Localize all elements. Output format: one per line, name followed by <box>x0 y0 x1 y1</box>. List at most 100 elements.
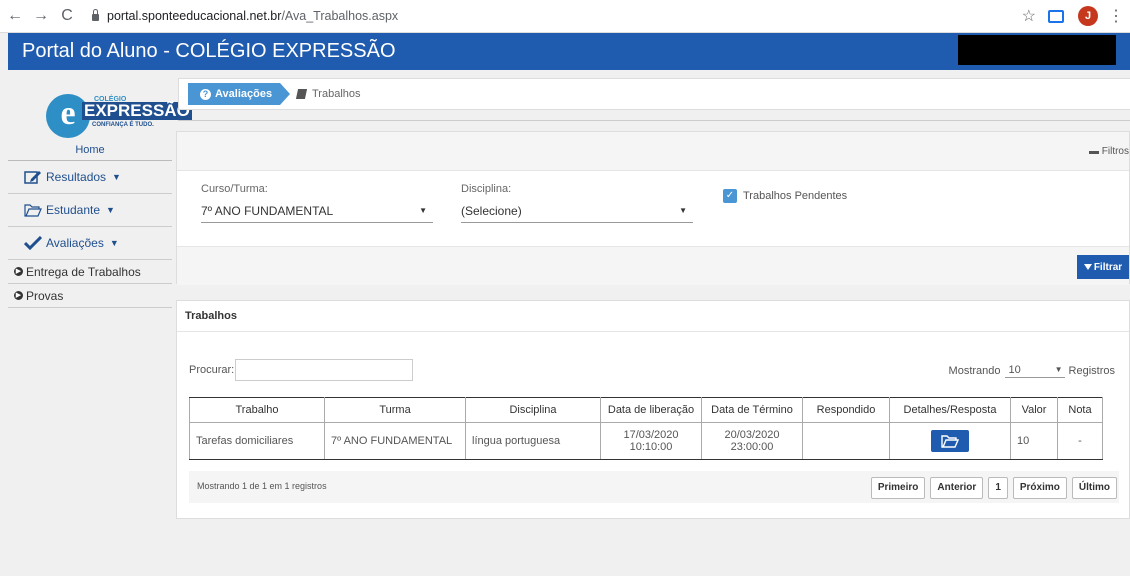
sidebar-subitem-label: Entrega de Trabalhos <box>26 264 141 279</box>
sidebar-subitem-entrega-trabalhos[interactable]: ▶ Entrega de Trabalhos <box>8 260 172 284</box>
liberacao-date: 17/03/2020 <box>623 429 679 441</box>
caret-down-icon: ▼ <box>679 206 687 215</box>
breadcrumb-label: Trabalhos <box>312 88 361 100</box>
cell-detalhes <box>889 422 1011 460</box>
termino-time: 23:00:00 <box>730 441 774 453</box>
sidebar-item-estudante[interactable]: Estudante ▼ <box>8 194 172 227</box>
sidebar-item-label: Avaliações <box>46 236 104 250</box>
column-header[interactable]: Nota <box>1057 397 1103 423</box>
table-header-row: Trabalho Turma Disciplina Data de libera… <box>189 397 1103 423</box>
cell-valor: 10 <box>1010 422 1058 460</box>
breadcrumb-trabalhos[interactable]: Trabalhos <box>295 83 361 105</box>
edit-icon <box>24 171 41 184</box>
pendentes-label[interactable]: Trabalhos Pendentes <box>743 190 847 202</box>
circle-arrow-icon: ▶ <box>14 267 23 276</box>
page-title: Portal do Aluno - COLÉGIO EXPRESSÃO <box>22 40 396 62</box>
caret-down-icon: ▼ <box>1054 365 1063 374</box>
records-info: Mostrando 1 de 1 em 1 registros <box>197 481 327 491</box>
mostrando-label: Mostrando <box>948 364 1001 377</box>
column-header[interactable]: Data de liberação <box>600 397 702 423</box>
trabalhos-table: Trabalho Turma Disciplina Data de libera… <box>189 397 1103 460</box>
filter-panel: ▬ Filtros Curso/Turma: 7º ANO FUNDAMENTA… <box>176 131 1130 285</box>
reload-icon[interactable]: C <box>56 7 78 25</box>
curso-selected-value: 7º ANO FUNDAMENTAL <box>201 204 334 218</box>
sidebar-item-avaliacoes[interactable]: Avaliações ▼ <box>8 227 172 260</box>
column-header[interactable]: Data de Término <box>701 397 803 423</box>
search-input[interactable] <box>235 359 414 381</box>
forward-arrow-icon[interactable]: → <box>30 7 52 25</box>
last-page-button[interactable]: Último <box>1071 477 1117 499</box>
breadcrumb-avaliacoes[interactable]: ? Avaliações <box>188 83 290 105</box>
back-arrow-icon[interactable]: ← <box>4 7 26 25</box>
app-header: Portal do Aluno - COLÉGIO EXPRESSÃO <box>8 33 1130 70</box>
cell-nota: - <box>1057 422 1103 460</box>
check-icon <box>24 236 42 250</box>
logo-area: e COLÉGIO EXPRESSÃO CONFIANÇA É TUDO. Ho… <box>8 70 192 161</box>
liberacao-time: 10:10:00 <box>629 441 673 453</box>
previous-page-button[interactable]: Anterior <box>930 477 984 499</box>
book-icon <box>295 89 308 99</box>
url-host: portal.sponteeducacional.net.br <box>107 9 282 23</box>
filtrar-button[interactable]: Filtrar <box>1077 255 1129 279</box>
first-page-button[interactable]: Primeiro <box>870 477 926 499</box>
filter-panel-header: ▬ Filtros <box>177 132 1129 171</box>
pendentes-checkbox[interactable]: ✓ <box>723 189 737 203</box>
page-1-button[interactable]: 1 <box>988 477 1008 499</box>
funnel-icon <box>1083 264 1092 270</box>
disciplina-select[interactable]: (Selecione) ▼ <box>461 200 693 223</box>
profile-avatar[interactable]: J <box>1078 6 1098 26</box>
column-header[interactable]: Respondido <box>802 397 890 423</box>
registros-label: Registros <box>1068 364 1115 377</box>
browser-actions: ☆ J ⋮ <box>1022 6 1124 26</box>
curso-select[interactable]: 7º ANO FUNDAMENTAL ▼ <box>201 200 433 223</box>
search-label: Procurar: <box>189 364 235 376</box>
trabalhos-panel: Trabalhos Procurar: Mostrando 10 ▼ Regis… <box>176 300 1130 519</box>
url-path: /Ava_Trabalhos.aspx <box>281 9 399 23</box>
next-page-button[interactable]: Próximo <box>1012 477 1067 499</box>
home-link[interactable]: Home <box>75 144 104 156</box>
caret-down-icon: ▼ <box>419 206 427 215</box>
breadcrumb: ? Avaliações Trabalhos <box>178 78 1130 110</box>
school-logo[interactable]: e COLÉGIO EXPRESSÃO CONFIANÇA É TUDO. <box>20 84 192 144</box>
star-icon[interactable]: ☆ <box>1022 6 1036 26</box>
column-header[interactable]: Detalhes/Resposta <box>889 397 1011 423</box>
caret-down-icon: ▼ <box>109 238 119 248</box>
kebab-menu-icon[interactable]: ⋮ <box>1108 6 1124 26</box>
sidebar: e COLÉGIO EXPRESSÃO CONFIANÇA É TUDO. Ho… <box>8 70 192 576</box>
column-header[interactable]: Turma <box>324 397 466 423</box>
logo-tagline: CONFIANÇA É TUDO. <box>92 122 154 128</box>
search-area: Procurar: <box>189 359 414 381</box>
caret-down-icon: ▼ <box>112 172 121 182</box>
divider <box>178 120 1130 121</box>
cell-data-termino: 20/03/2020 23:00:00 <box>701 422 803 460</box>
page-size-select[interactable]: 10 ▼ <box>1004 363 1065 378</box>
disciplina-label: Disciplina: <box>461 183 512 195</box>
main-content: ? Avaliações Trabalhos ▬ Filtros Curso/T… <box>176 70 1130 576</box>
filter-panel-footer: Filtrar <box>177 246 1129 285</box>
circle-arrow-icon: ▶ <box>14 291 23 300</box>
folder-open-icon <box>24 204 42 217</box>
caret-down-icon: ▼ <box>106 205 115 215</box>
sidebar-subitem-provas[interactable]: ▶ Provas <box>8 284 172 308</box>
column-header[interactable]: Valor <box>1010 397 1058 423</box>
cell-turma: 7º ANO FUNDAMENTAL <box>324 422 466 460</box>
pagination: Primeiro Anterior 1 Próximo Último <box>866 477 1117 499</box>
cell-respondido <box>802 422 890 460</box>
filtrar-label: Filtrar <box>1093 261 1123 273</box>
filtros-toggle[interactable]: ▬ Filtros <box>1089 146 1129 157</box>
termino-date: 20/03/2020 <box>724 429 780 441</box>
sidebar-item-resultados[interactable]: Resultados ▼ <box>8 161 172 194</box>
question-icon: ? <box>200 88 211 100</box>
browser-toolbar: ← → C portal.sponteeducacional.net.br/Av… <box>0 0 1130 33</box>
disciplina-selected-value: (Selecione) <box>461 204 522 218</box>
breadcrumb-label: Avaliações <box>215 88 273 100</box>
extension-icon[interactable] <box>1048 9 1064 23</box>
detalhes-button[interactable] <box>931 430 969 452</box>
sidebar-item-label: Estudante <box>46 203 101 217</box>
sidebar-item-label: Resultados <box>46 170 107 184</box>
column-header[interactable]: Trabalho <box>189 397 325 423</box>
folder-open-icon <box>941 435 959 448</box>
address-bar[interactable]: portal.sponteeducacional.net.br/Ava_Trab… <box>92 8 399 23</box>
column-header[interactable]: Disciplina <box>465 397 601 423</box>
table-footer: Mostrando 1 de 1 em 1 registros Primeiro… <box>189 471 1119 503</box>
